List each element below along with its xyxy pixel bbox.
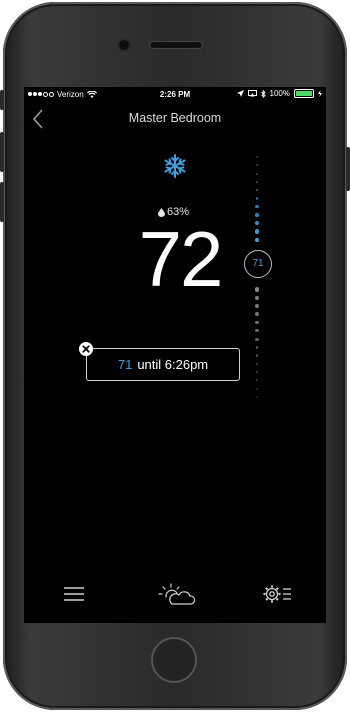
battery-icon [294,89,314,98]
scale-dot [254,295,260,300]
scale-dot [256,164,258,167]
scale-dot [255,221,259,226]
mute-switch [0,90,4,110]
scale-dot [256,387,258,390]
volume-down-button [0,182,4,222]
scale-dot [254,237,260,242]
app-screen: Verizon 2:26 PM 100% Master Bedroom 63% … [24,87,326,623]
volume-up-button [0,132,4,172]
scale-dot [256,396,258,398]
screen-mirroring-icon [247,90,257,97]
scale-dot [255,213,259,217]
page-title: Master Bedroom [128,111,222,125]
scale-dot [255,303,259,308]
scale-dot [255,371,259,374]
hold-schedule-box[interactable]: 71 until 6:26pm [86,348,240,381]
scale-dot [255,180,259,184]
hold-setpoint: 71 [117,357,133,372]
current-temperature: 72 [138,215,224,303]
scale-dot [255,345,259,349]
scale-dot [255,329,259,333]
power-button [346,147,350,191]
battery-percent: 100% [269,89,290,98]
menu-icon[interactable] [64,586,84,602]
scale-dot [255,172,259,175]
home-button[interactable] [151,637,197,683]
scale-dot [255,188,259,192]
location-icon [236,90,244,97]
status-bar: Verizon 2:26 PM 100% [24,87,326,103]
earpiece-speaker [150,42,202,48]
setpoint-knob[interactable]: 71 [244,250,272,278]
scale-dot [256,379,258,382]
header: Master Bedroom [24,107,326,131]
scale-dot [254,287,260,292]
snowflake-icon[interactable] [163,153,187,179]
front-camera [119,40,129,50]
weather-icon[interactable] [158,583,196,605]
bluetooth-icon [260,89,266,98]
cancel-hold-button[interactable] [79,342,93,356]
scale-dot [256,156,258,158]
charging-icon [318,90,322,97]
scale-dot [255,362,259,366]
scale-dot [254,229,260,234]
close-icon [82,345,90,353]
scale-dot [255,196,259,200]
scale-dot [255,312,259,317]
settings-icon[interactable] [263,584,291,604]
hold-until-text: until 6:26pm [137,357,209,372]
scale-dot [255,320,259,325]
scale-dot [255,354,259,357]
scale-dot [255,337,259,341]
scale-dot [255,205,259,209]
